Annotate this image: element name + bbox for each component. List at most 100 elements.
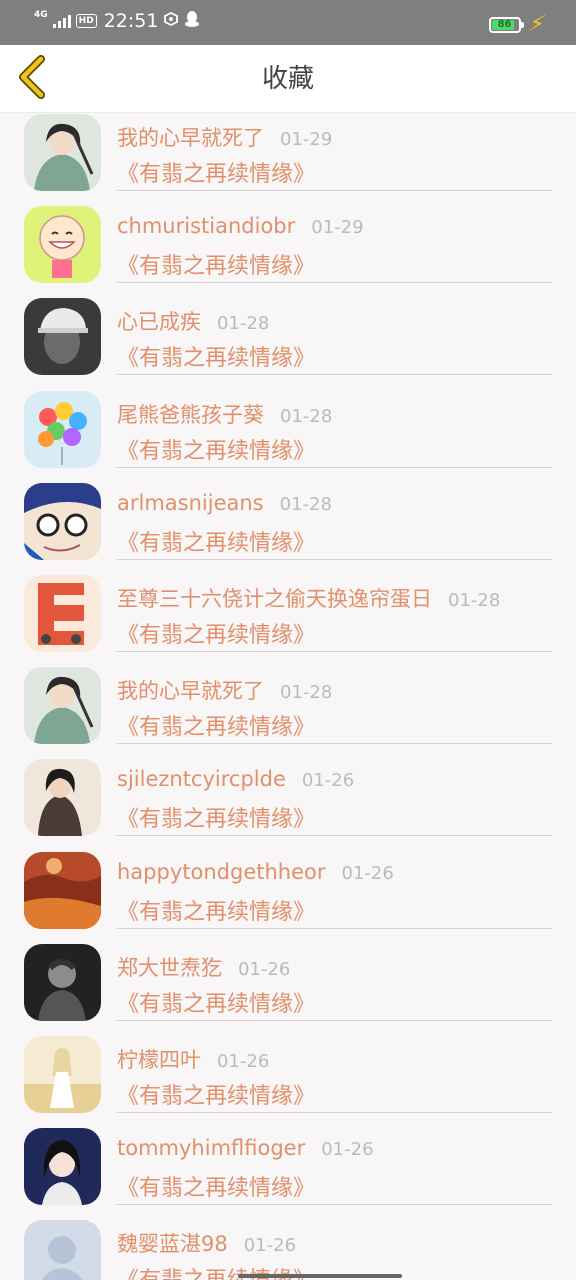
user-name[interactable]: 魏婴蓝湛98: [117, 1228, 228, 1258]
user-name[interactable]: chmuristiandiobr: [117, 214, 295, 238]
avatar[interactable]: [24, 114, 101, 191]
list-item-content: 至尊三十六侥计之偷天换逸帘蛋日 01-28 《有翡之再续情缘》: [117, 575, 552, 652]
user-name[interactable]: 柠檬四叶: [117, 1044, 201, 1074]
name-line: chmuristiandiobr 01-29: [117, 214, 364, 238]
date: 01-28: [280, 682, 333, 704]
book-title[interactable]: 《有翡之再续情缘》: [117, 433, 315, 465]
app-notification-icon: [163, 11, 179, 31]
date: 01-28: [217, 313, 270, 335]
name-line: 心已成疾 01-28: [117, 306, 269, 336]
avatar[interactable]: [24, 667, 101, 745]
list-item[interactable]: sjilezntcyircplde 01-26 《有翡之再续情缘》: [0, 759, 576, 851]
list-item[interactable]: 至尊三十六侥计之偷天换逸帘蛋日 01-28 《有翡之再续情缘》: [0, 575, 576, 667]
date: 01-29: [311, 217, 364, 239]
date: 01-26: [217, 1051, 270, 1072]
favorites-list: 我的心早就死了 01-29 《有翡之再续情缘》 chmuristiandiobr 01-…: [0, 114, 576, 1280]
book-title[interactable]: 《有翡之再续情缘》: [117, 1170, 315, 1202]
network-type: 4G: [34, 9, 48, 20]
user-name[interactable]: 郑大世焘犵: [117, 952, 222, 982]
list-item-content: 尾熊爸熊孩子葵 01-28 《有翡之再续情缘》: [117, 391, 552, 468]
avatar[interactable]: [24, 851, 101, 929]
name-line: 我的心早就死了 01-29: [117, 122, 332, 152]
list-item[interactable]: happytondgethheor 01-26 《有翡之再续情缘》: [0, 851, 576, 944]
list-item-content: arlmasnijeans 01-28 《有翡之再续情缘》: [117, 483, 552, 560]
date: 01-28: [279, 493, 332, 515]
qq-penguin-icon: [184, 10, 200, 32]
name-line: 魏婴蓝湛98 01-26: [117, 1228, 296, 1258]
name-line: tommyhimflfioger 01-26: [117, 1136, 374, 1160]
hd-icon: HD: [75, 14, 97, 28]
user-name[interactable]: happytondgethheor: [117, 860, 326, 884]
user-name[interactable]: 尾熊爸熊孩子葵: [117, 399, 264, 429]
avatar[interactable]: [24, 298, 101, 376]
name-line: sjilezntcyircplde 01-26: [117, 767, 354, 791]
page-title: 收藏: [261, 64, 314, 94]
list-item[interactable]: chmuristiandiobr 01-29 《有翡之再续情缘》: [0, 206, 576, 298]
list-item[interactable]: 我的心早就死了 01-28 《有翡之再续情缘》: [0, 667, 576, 759]
avatar[interactable]: [24, 390, 101, 468]
avatar[interactable]: [24, 482, 101, 560]
avatar[interactable]: [24, 1220, 101, 1280]
list-item-content: tommyhimflfioger 01-26 《有翡之再续情缘》: [117, 1128, 552, 1206]
list-item-content: chmuristiandiobr 01-29 《有翡之再续情缘》: [117, 206, 552, 284]
date: 01-28: [448, 590, 501, 611]
signal-icon: [52, 14, 71, 28]
user-name[interactable]: 我的心早就死了: [117, 122, 264, 152]
book-title[interactable]: 《有翡之再续情缘》: [117, 617, 315, 649]
book-title[interactable]: 《有翡之再续情缘》: [117, 709, 315, 741]
user-name[interactable]: tommyhimflfioger: [117, 1136, 305, 1160]
user-name[interactable]: 我的心早就死了: [117, 675, 264, 705]
status-bar: 4G HD 22:51 86 ⚡: [0, 0, 576, 45]
battery-level: 86: [497, 19, 512, 30]
date: 01-26: [321, 1139, 374, 1161]
list-item-content: happytondgethheor 01-26 《有翡之再续情缘》: [117, 852, 552, 929]
book-title[interactable]: 《有翡之再续情缘》: [117, 156, 315, 188]
list-item-content: 我的心早就死了 01-28 《有翡之再续情缘》: [117, 667, 552, 745]
list-item[interactable]: 魏婴蓝湛9801-26《有翡之再续情缘》: [0, 1220, 576, 1280]
list-item[interactable]: 我的心早就死了 01-29 《有翡之再续情缘》: [0, 114, 576, 206]
avatar[interactable]: [24, 943, 101, 1021]
list-item[interactable]: 郑大世焘犵 01-26 《有翡之再续情缘》: [0, 943, 576, 1036]
avatar[interactable]: [24, 1128, 101, 1206]
book-title[interactable]: 《有翡之再续情缘》: [117, 894, 315, 926]
list-item[interactable]: 尾熊爸熊孩子葵 01-28 《有翡之再续情缘》: [0, 390, 576, 483]
book-title[interactable]: 《有翡之再续情缘》: [117, 986, 315, 1018]
user-name[interactable]: 至尊三十六侥计之偷天换逸帘蛋日: [117, 583, 432, 613]
list-item[interactable]: 心已成疾 01-28 《有翡之再续情缘》: [0, 298, 576, 390]
list-item-content: 魏婴蓝湛9801-26《有翡之再续情缘》: [117, 1220, 552, 1280]
date: 01-28: [280, 405, 333, 427]
name-line: arlmasnijeans 01-28: [117, 491, 332, 515]
status-time: 22:51: [103, 10, 159, 32]
name-line: happytondgethheor 01-26: [117, 860, 394, 884]
list-item[interactable]: arlmasnijeans 01-28 《有翡之再续情缘》: [0, 482, 576, 575]
name-line: 我的心早就死了 01-28: [117, 675, 332, 705]
user-name[interactable]: sjilezntcyircplde: [117, 767, 286, 791]
avatar[interactable]: [24, 1036, 101, 1113]
book-title[interactable]: 《有翡之再续情缘》: [117, 1078, 315, 1110]
name-line: 柠檬四叶 01-26: [117, 1044, 269, 1074]
book-title[interactable]: 《有翡之再续情缘》: [117, 340, 315, 372]
user-name[interactable]: arlmasnijeans: [117, 491, 264, 515]
list-item-content: 郑大世焘犵 01-26 《有翡之再续情缘》: [117, 944, 552, 1021]
avatar[interactable]: [24, 575, 101, 652]
date: 01-29: [280, 129, 333, 150]
name-line: 郑大世焘犵 01-26: [117, 952, 290, 982]
nav-bar: 收藏: [0, 45, 576, 113]
date: 01-26: [341, 862, 394, 884]
scrollbar[interactable]: [238, 1274, 402, 1278]
list-item[interactable]: tommyhimflfioger 01-26 《有翡之再续情缘》: [0, 1128, 576, 1220]
book-title[interactable]: 《有翡之再续情缘》: [117, 525, 315, 557]
battery-icon: 86: [488, 16, 524, 33]
user-name[interactable]: 心已成疾: [117, 306, 201, 336]
name-line: 至尊三十六侥计之偷天换逸帘蛋日 01-28: [117, 583, 500, 613]
avatar[interactable]: [24, 759, 101, 837]
list-item-content: sjilezntcyircplde 01-26 《有翡之再续情缘》: [117, 759, 552, 837]
list-item-content: 我的心早就死了 01-29 《有翡之再续情缘》: [117, 114, 552, 191]
list-item[interactable]: 柠檬四叶 01-26 《有翡之再续情缘》: [0, 1036, 576, 1128]
book-title[interactable]: 《有翡之再续情缘》: [117, 248, 315, 280]
list-item-content: 心已成疾 01-28 《有翡之再续情缘》: [117, 298, 552, 376]
charging-icon: ⚡: [525, 12, 548, 37]
avatar[interactable]: [24, 206, 101, 284]
date: 01-26: [243, 1235, 297, 1257]
book-title[interactable]: 《有翡之再续情缘》: [117, 801, 315, 833]
